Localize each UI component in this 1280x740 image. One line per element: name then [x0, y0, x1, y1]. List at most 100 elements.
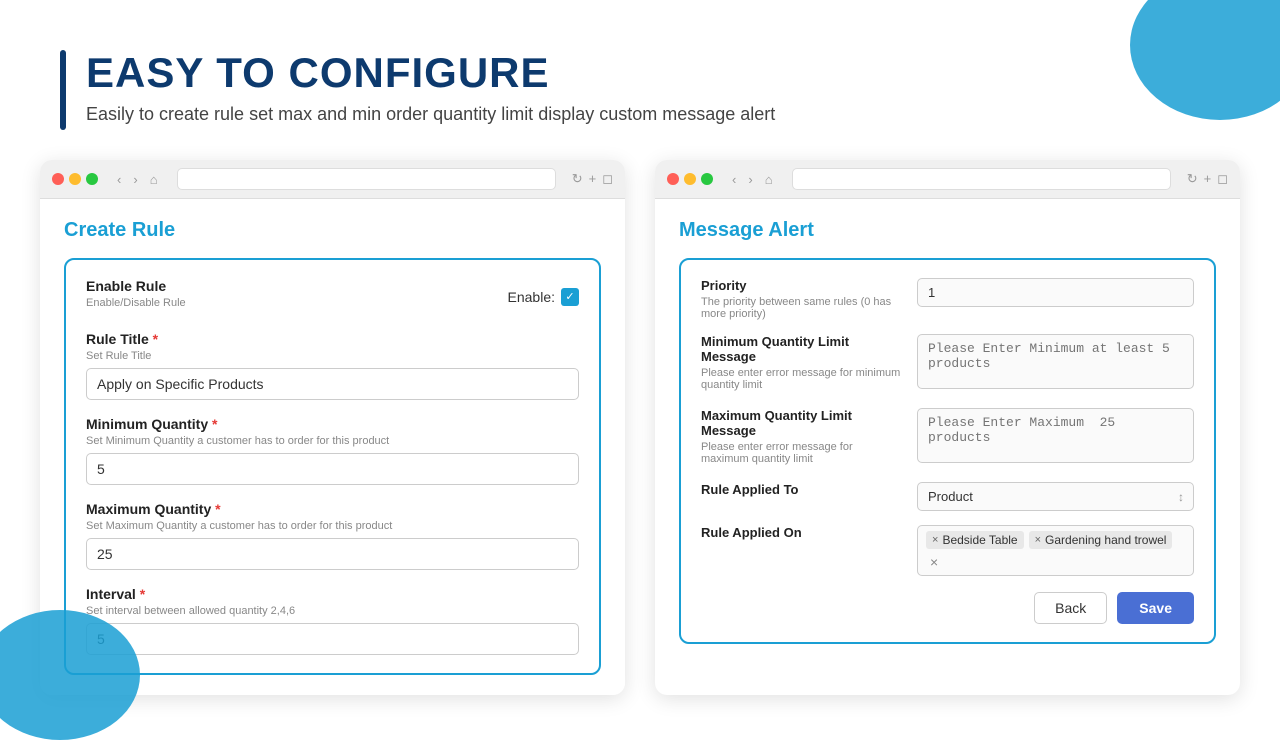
max-msg-textarea[interactable] [917, 408, 1194, 463]
header-text: EASY TO CONFIGURE Easily to create rule … [86, 50, 775, 125]
right-browser-nav: ‹ › ⌂ [729, 172, 776, 187]
rule-applied-to-label-group: Rule Applied To [701, 482, 901, 500]
interval-row: Interval * Set interval between allowed … [86, 586, 579, 655]
max-qty-row: Maximum Quantity * Set Maximum Quantity … [86, 501, 579, 570]
interval-input[interactable] [86, 623, 579, 655]
min-qty-desc: Set Minimum Quantity a customer has to o… [86, 435, 579, 447]
tag-remove-icon-2[interactable]: × [1035, 534, 1041, 546]
left-address-bar[interactable] [177, 168, 556, 190]
min-msg-textarea[interactable] [917, 334, 1194, 389]
tags-container[interactable]: × Bedside Table × Gardening hand trowel … [917, 525, 1194, 576]
rule-applied-on-label-group: Rule Applied On [701, 525, 901, 543]
left-browser-bar: ‹ › ⌂ ↻ + ◻ [40, 160, 625, 199]
enable-rule-label: Enable Rule [86, 278, 186, 294]
max-msg-row: Maximum Quantity Limit Message Please en… [701, 408, 1194, 468]
windows-container: ‹ › ⌂ ↻ + ◻ Create Rule Enable Rule En [0, 150, 1280, 695]
back-button[interactable]: Back [1034, 592, 1107, 624]
rule-applied-to-row: Rule Applied To Product Category All Pro… [701, 482, 1194, 511]
max-qty-input[interactable] [86, 538, 579, 570]
dot-yellow [69, 173, 81, 185]
btn-row: Back Save [701, 592, 1194, 624]
max-qty-desc: Set Maximum Quantity a customer has to o… [86, 520, 579, 532]
right-browser-bar: ‹ › ⌂ ↻ + ◻ [655, 160, 1240, 199]
rule-title-required: * [149, 331, 158, 347]
rule-applied-on-input-group: × Bedside Table × Gardening hand trowel … [917, 525, 1194, 576]
min-qty-label: Minimum Quantity * [86, 416, 579, 432]
rule-title-input[interactable] [86, 368, 579, 400]
nav-home[interactable]: ⌂ [147, 172, 161, 187]
priority-label-group: Priority The priority between same rules… [701, 278, 901, 320]
priority-input[interactable] [917, 278, 1194, 307]
max-msg-input-group [917, 408, 1194, 468]
tag-remove-icon-1[interactable]: × [932, 534, 938, 546]
reload-icon-r[interactable]: ↻ [1187, 171, 1198, 187]
reload-icon[interactable]: ↻ [572, 171, 583, 187]
tags-clear-btn[interactable]: × [930, 554, 938, 570]
min-qty-input[interactable] [86, 453, 579, 485]
nav-back[interactable]: ‹ [114, 172, 124, 187]
rule-applied-on-row: Rule Applied On × Bedside Table × Garden… [701, 525, 1194, 576]
dot-red-r [667, 173, 679, 185]
header-section: EASY TO CONFIGURE Easily to create rule … [0, 0, 1280, 150]
max-msg-desc: Please enter error message for maximum q… [701, 441, 901, 465]
min-msg-label: Minimum Quantity Limit Message [701, 334, 901, 364]
enable-text: Enable: [508, 289, 555, 305]
main-title: EASY TO CONFIGURE [86, 50, 775, 96]
rule-title-desc: Set Rule Title [86, 350, 579, 362]
right-window-title: Message Alert [679, 219, 1216, 242]
min-qty-row: Minimum Quantity * Set Minimum Quantity … [86, 416, 579, 485]
right-browser-actions: ↻ + ◻ [1187, 171, 1228, 187]
enable-checkbox-group: Enable: ✓ [508, 288, 579, 306]
nav-home-r[interactable]: ⌂ [762, 172, 776, 187]
nav-back-r[interactable]: ‹ [729, 172, 739, 187]
max-msg-label: Maximum Quantity Limit Message [701, 408, 901, 438]
interval-desc: Set interval between allowed quantity 2,… [86, 605, 579, 617]
tag-label-1: Bedside Table [942, 533, 1017, 547]
interval-label: Interval * [86, 586, 579, 602]
menu-icon-r[interactable]: ◻ [1217, 171, 1228, 187]
left-window-content: Create Rule Enable Rule Enable/Disable R… [40, 199, 625, 695]
add-tab-icon[interactable]: + [589, 171, 597, 187]
rule-applied-to-select[interactable]: Product Category All Products [917, 482, 1194, 511]
priority-label: Priority [701, 278, 901, 293]
enable-row: Enable Rule Enable/Disable Rule Enable: … [86, 278, 579, 315]
enable-rule-row: Enable Rule Enable/Disable Rule Enable: … [86, 278, 579, 315]
menu-icon[interactable]: ◻ [602, 171, 613, 187]
rule-applied-on-label: Rule Applied On [701, 525, 901, 540]
nav-forward[interactable]: › [130, 172, 140, 187]
left-window-title: Create Rule [64, 219, 601, 242]
left-browser-nav: ‹ › ⌂ [114, 172, 161, 187]
dot-green [86, 173, 98, 185]
rule-applied-to-input-group: Product Category All Products ↕ [917, 482, 1194, 511]
rule-title-label: Rule Title * [86, 331, 579, 347]
right-browser-dots [667, 173, 713, 185]
min-msg-desc: Please enter error message for minimum q… [701, 367, 901, 391]
dot-green-r [701, 173, 713, 185]
enable-checkbox[interactable]: ✓ [561, 288, 579, 306]
tag-gardening: × Gardening hand trowel [1029, 531, 1173, 549]
dot-red [52, 173, 64, 185]
message-alert-panel: Priority The priority between same rules… [679, 258, 1216, 644]
max-qty-label: Maximum Quantity * [86, 501, 579, 517]
min-msg-label-group: Minimum Quantity Limit Message Please en… [701, 334, 901, 391]
tag-bedside-table: × Bedside Table [926, 531, 1024, 549]
enable-label-group: Enable Rule Enable/Disable Rule [86, 278, 186, 315]
left-browser-dots [52, 173, 98, 185]
add-tab-icon-r[interactable]: + [1204, 171, 1212, 187]
right-address-bar[interactable] [792, 168, 1171, 190]
enable-rule-desc: Enable/Disable Rule [86, 297, 186, 309]
priority-input-group [917, 278, 1194, 307]
rule-title-row: Rule Title * Set Rule Title [86, 331, 579, 400]
left-browser-actions: ↻ + ◻ [572, 171, 613, 187]
save-button[interactable]: Save [1117, 592, 1194, 624]
priority-row: Priority The priority between same rules… [701, 278, 1194, 320]
header-border [60, 50, 66, 130]
create-rule-panel: Enable Rule Enable/Disable Rule Enable: … [64, 258, 601, 675]
priority-desc: The priority between same rules (0 has m… [701, 296, 901, 320]
dot-yellow-r [684, 173, 696, 185]
min-msg-row: Minimum Quantity Limit Message Please en… [701, 334, 1194, 394]
right-window-content: Message Alert Priority The priority betw… [655, 199, 1240, 664]
nav-forward-r[interactable]: › [745, 172, 755, 187]
max-msg-label-group: Maximum Quantity Limit Message Please en… [701, 408, 901, 465]
min-msg-input-group [917, 334, 1194, 394]
